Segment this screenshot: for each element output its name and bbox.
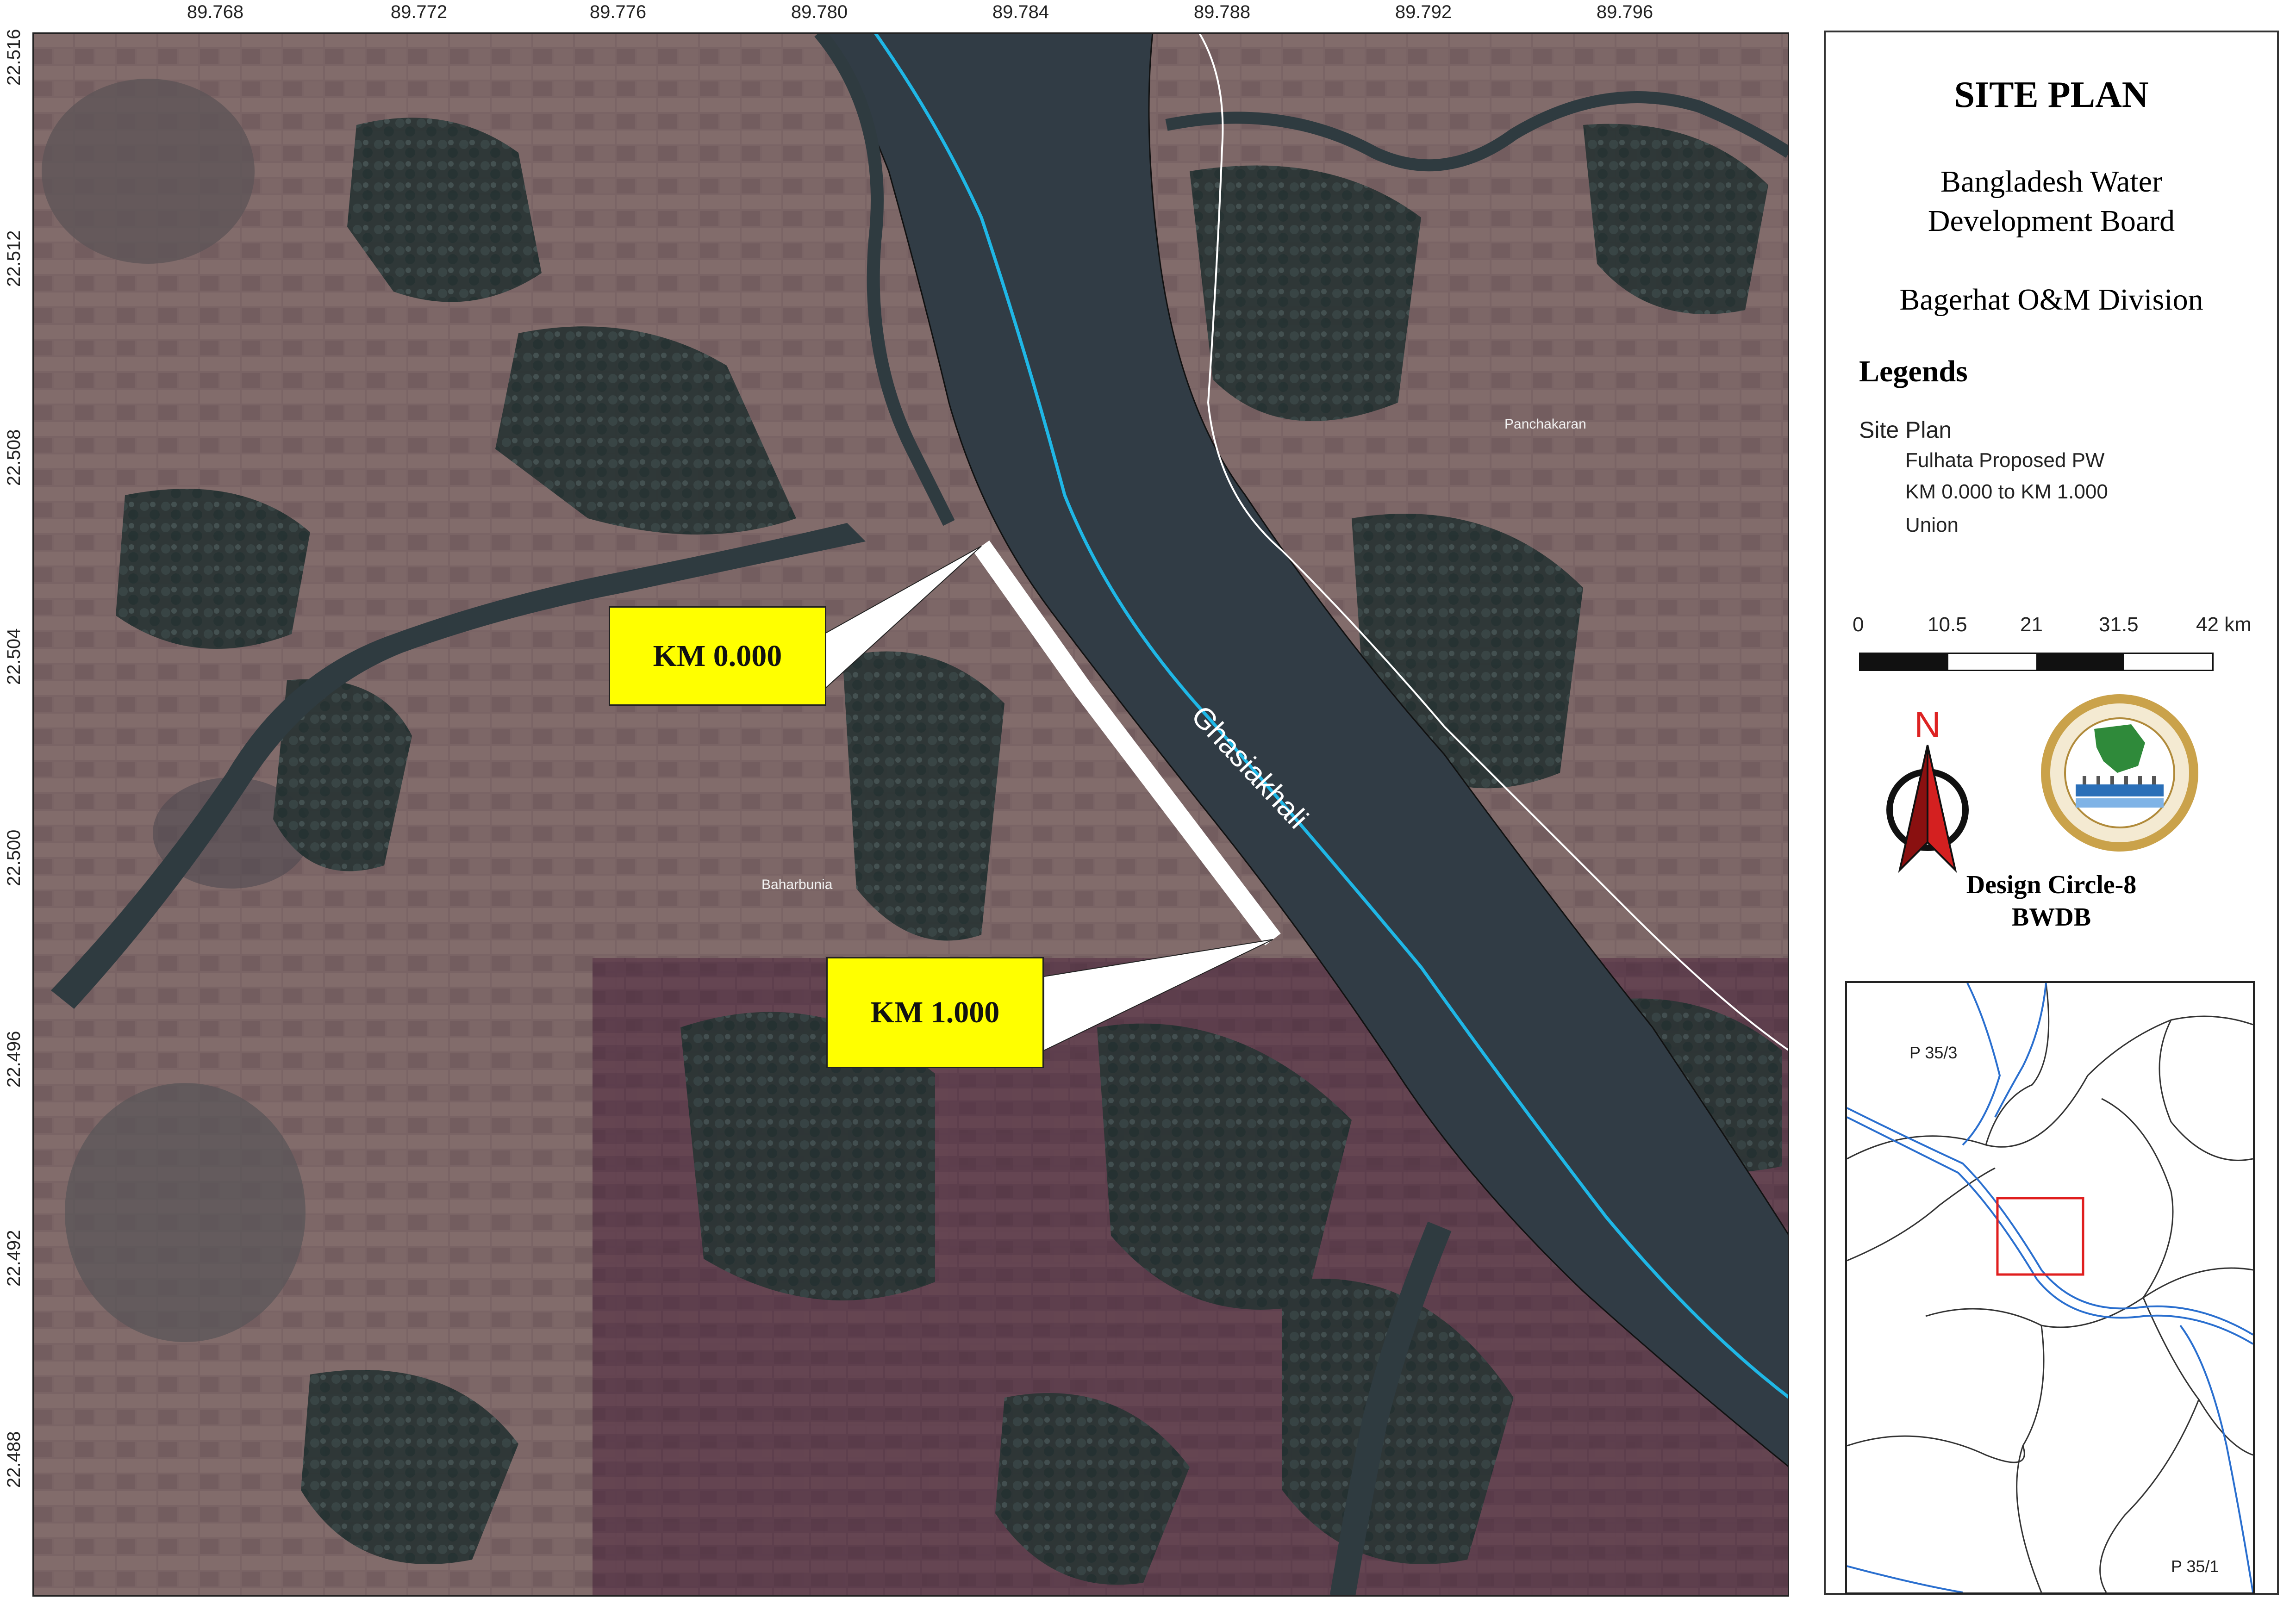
legend-group-label: Site Plan	[1859, 417, 1952, 443]
x-tick-label: 89.788	[1193, 2, 1251, 22]
scale-bar	[1859, 653, 2214, 671]
site-plan-title: SITE PLAN	[1954, 75, 2149, 115]
scale-label: 21	[2020, 613, 2043, 636]
org-name-line2: Development Board	[1928, 204, 2175, 238]
legend-item-union: Union	[1905, 514, 1959, 536]
map-canvas: Ghasiakhali	[32, 32, 1789, 1597]
x-tick-label: 89.772	[390, 2, 448, 22]
design-circle-line2: BWDB	[2011, 903, 2091, 932]
place-label-panchakaran: Panchakaran	[1504, 417, 1586, 432]
x-tick-label: 89.768	[187, 2, 244, 22]
inset-map-graphic	[1847, 983, 2254, 1593]
wetland-sw	[65, 1083, 306, 1342]
y-tick-label: 22.492	[4, 1230, 24, 1287]
bwdb-logo-icon	[2039, 692, 2201, 854]
y-tick-label: 22.516	[4, 29, 24, 86]
legend-panel: SITE PLAN Bangladesh Water Development B…	[1824, 31, 2279, 1595]
satellite-map[interactable]: Ghasiakhali Panchakaran Baharbunia KM 0.…	[32, 32, 1789, 1597]
north-letter: N	[1914, 704, 1941, 745]
north-arrow-graphic	[1886, 745, 1969, 873]
scale-label: 0	[1853, 613, 1864, 636]
scale-label: 10.5	[1928, 613, 1967, 636]
place-label-baharbunia: Baharbunia	[761, 877, 833, 892]
y-tick-label: 22.496	[4, 1031, 24, 1088]
scale-label: 31.5	[2099, 613, 2139, 636]
y-tick-label: 22.508	[4, 429, 24, 486]
inset-label-bottom: P 35/1	[2171, 1557, 2219, 1576]
legends-heading: Legends	[1859, 354, 1968, 388]
legend-item-proposed-pw: Fulhata Proposed PW	[1905, 449, 2105, 472]
x-tick-label: 89.776	[589, 2, 647, 22]
design-circle-line1: Design Circle-8	[1966, 871, 2137, 899]
x-tick-label: 89.784	[992, 2, 1049, 22]
legend-item-proposed-pw-range: KM 0.000 to KM 1.000	[1905, 480, 2108, 503]
y-tick-label: 22.512	[4, 230, 24, 287]
logo-graphic	[2041, 694, 2198, 852]
wetland-nw	[42, 79, 255, 264]
km-end-callout[interactable]: KM 1.000	[826, 957, 1044, 1068]
y-tick-label: 22.504	[4, 628, 24, 685]
y-tick-label: 22.488	[4, 1431, 24, 1488]
division-name: Bagerhat O&M Division	[1899, 283, 2203, 317]
scale-label: 42 km	[2196, 613, 2252, 636]
y-tick-label: 22.500	[4, 829, 24, 886]
inset-label-top: P 35/3	[1909, 1043, 1958, 1062]
x-tick-label: 89.780	[791, 2, 848, 22]
x-tick-label: 89.796	[1596, 2, 1653, 22]
org-name-line1: Bangladesh Water	[1940, 165, 2163, 199]
x-tick-label: 89.792	[1395, 2, 1452, 22]
north-arrow-icon: N	[1881, 703, 1974, 879]
km-start-callout[interactable]: KM 0.000	[609, 606, 826, 706]
inset-locator-map[interactable]: P 35/3 P 35/1	[1845, 981, 2255, 1594]
